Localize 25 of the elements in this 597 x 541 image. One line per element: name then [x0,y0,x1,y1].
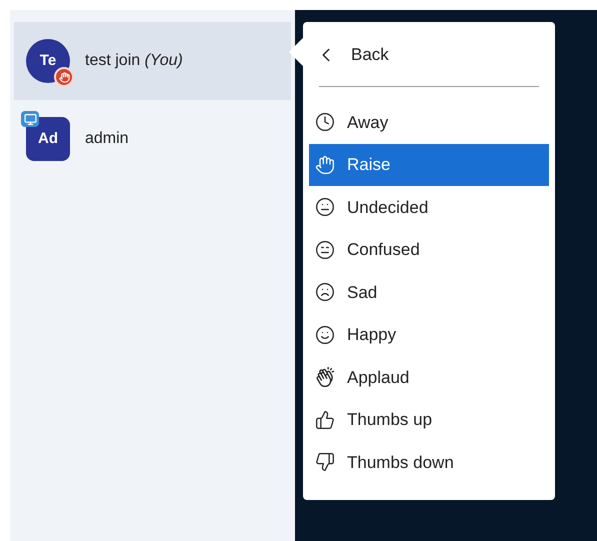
status-menu-item[interactable]: Raise [309,144,549,186]
thumbs-down-icon [315,452,335,472]
back-button[interactable]: Back [309,36,389,74]
clock-icon [315,112,335,132]
clapping-hands-icon [315,367,335,388]
confused-face-icon [315,240,335,260]
participant-name: test join (You) [85,51,183,71]
participant-row[interactable]: Ad admin [14,100,291,178]
participant-row[interactable]: Te test join (You) [14,22,291,100]
smiley-face-icon [315,324,335,345]
status-menu-item[interactable]: Sad [309,271,549,314]
raised-hand-icon [315,154,335,175]
status-menu-item[interactable]: Confused [309,228,549,271]
neutral-face-icon [315,197,335,218]
thumbs-up-icon [315,410,335,430]
status-menu-item[interactable]: Away [309,101,549,144]
avatar: Ad [26,117,70,161]
status-menu-item[interactable]: Thumbs up [309,398,549,441]
sad-face-icon [315,282,335,302]
status-menu-item[interactable]: Undecided [309,186,549,228]
status-menu-item[interactable]: Happy [309,314,549,356]
avatar: Te [26,39,70,83]
status-menu-item[interactable]: Applaud [309,356,549,398]
participant-name: admin [85,129,129,149]
status-menu-item[interactable]: Thumbs down [309,441,549,484]
